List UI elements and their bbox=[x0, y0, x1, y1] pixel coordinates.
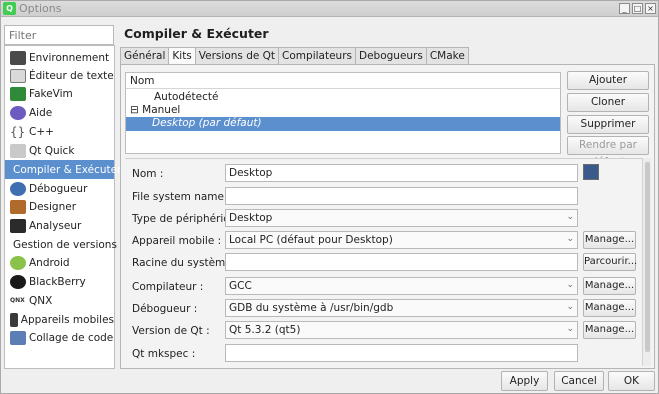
sidebar-item-compiler-executer[interactable]: Compiler & Exécuter bbox=[5, 160, 121, 179]
braces-icon: {} bbox=[10, 124, 26, 139]
tree-header: Nom bbox=[126, 73, 560, 89]
chevron-down-icon: ⌄ bbox=[566, 234, 574, 244]
manage-compiler-button[interactable]: Manage... bbox=[583, 277, 636, 295]
tree-row-desktop[interactable]: Desktop (par défaut) bbox=[126, 117, 560, 131]
tab-debogueurs[interactable]: Debogueurs bbox=[354, 47, 427, 65]
chevron-down-icon: ⌄ bbox=[566, 302, 574, 312]
chevron-down-icon: ⌄ bbox=[566, 280, 574, 290]
qtquick-icon bbox=[10, 143, 26, 158]
sidebar-item-fakevim[interactable]: FakeVim bbox=[5, 84, 114, 103]
options-sidebar: Environnement Éditeur de texte FakeVim A… bbox=[4, 45, 121, 369]
kits-tree[interactable]: Nom Autodétecté ⊟ Manuel Desktop (par dé… bbox=[125, 72, 561, 154]
kit-icon-button[interactable] bbox=[583, 164, 599, 180]
sidebar-item-aide[interactable]: Aide bbox=[5, 103, 114, 122]
sidebar-item-analyseur[interactable]: Analyseur bbox=[5, 216, 114, 235]
minimize-button[interactable]: _ bbox=[619, 3, 630, 14]
browse-sysroot-button[interactable]: Parcourir... bbox=[583, 253, 637, 271]
mkspec-label: Qt mkspec : bbox=[132, 348, 196, 360]
fs-name-label: File system name: bbox=[132, 191, 228, 203]
tab-compilateurs[interactable]: Compilateurs bbox=[278, 47, 356, 65]
tab-general[interactable]: Général bbox=[120, 47, 170, 65]
sidebar-item-appareils-mobiles[interactable]: Appareils mobiles bbox=[5, 310, 114, 329]
analyzer-icon bbox=[10, 218, 26, 233]
remove-kit-button[interactable]: Supprimer bbox=[567, 115, 649, 134]
sidebar-item-gestion-versions[interactable]: Gestion de versions bbox=[5, 235, 117, 254]
debugger-label: Débogueur : bbox=[132, 303, 198, 315]
fs-name-field[interactable] bbox=[225, 187, 578, 205]
sidebar-item-cpp[interactable]: {} C++ bbox=[5, 122, 114, 141]
filter-input[interactable] bbox=[4, 25, 114, 45]
sidebar-item-debogueur[interactable]: Débogueur bbox=[5, 179, 114, 198]
help-icon bbox=[10, 105, 26, 120]
mobile-device-icon bbox=[10, 312, 18, 327]
window-title: Options bbox=[19, 2, 62, 15]
sidebar-item-qnx[interactable]: QNX QNX bbox=[5, 291, 114, 310]
compiler-select[interactable]: GCC ⌄ bbox=[225, 277, 578, 295]
code-paste-icon bbox=[10, 330, 26, 345]
tab-versions-qt[interactable]: Versions de Qt bbox=[194, 47, 280, 65]
compiler-label: Compilateur : bbox=[132, 281, 204, 293]
make-default-button[interactable]: Rendre par défaut bbox=[567, 136, 649, 168]
clone-kit-button[interactable]: Cloner bbox=[567, 93, 649, 112]
tab-cmake[interactable]: CMake bbox=[425, 47, 469, 65]
ok-button[interactable]: OK bbox=[608, 371, 655, 391]
device-type-select[interactable]: Desktop ⌄ bbox=[225, 209, 578, 227]
add-kit-button[interactable]: Ajouter bbox=[567, 71, 649, 90]
maximize-button[interactable]: □ bbox=[632, 3, 643, 14]
cancel-button[interactable]: Cancel bbox=[554, 371, 604, 391]
manage-device-button[interactable]: Manage... bbox=[583, 231, 636, 249]
apply-button[interactable]: Apply bbox=[501, 371, 548, 391]
qt-creator-icon: Q bbox=[3, 2, 16, 15]
sysroot-field[interactable] bbox=[225, 253, 578, 271]
sidebar-item-environnement[interactable]: Environnement bbox=[5, 48, 114, 67]
tree-row-manuel[interactable]: ⊟ Manuel bbox=[130, 104, 180, 118]
sidebar-item-collage-code[interactable]: Collage de code bbox=[5, 328, 114, 347]
text-editor-icon bbox=[10, 68, 26, 83]
android-icon bbox=[10, 255, 26, 270]
device-label: Appareil mobile : bbox=[132, 235, 222, 247]
manage-debugger-button[interactable]: Manage... bbox=[583, 299, 636, 317]
qt-version-select[interactable]: Qt 5.3.2 (qt5) ⌄ bbox=[225, 321, 578, 339]
tab-bar: Général Kits Versions de Qt Compilateurs… bbox=[120, 47, 469, 66]
sysroot-label: Racine du système : bbox=[132, 257, 239, 269]
close-button[interactable]: × bbox=[645, 3, 656, 14]
page-title: Compiler & Exécuter bbox=[124, 26, 269, 41]
chevron-down-icon: ⌄ bbox=[566, 212, 574, 222]
sidebar-item-blackberry[interactable]: BlackBerry bbox=[5, 272, 114, 291]
qt-version-label: Version de Qt : bbox=[132, 325, 210, 337]
fakevim-icon bbox=[10, 86, 26, 101]
manage-qt-version-button[interactable]: Manage... bbox=[583, 321, 636, 339]
sidebar-item-designer[interactable]: Designer bbox=[5, 197, 114, 216]
tree-row-autodetecte[interactable]: Autodétecté bbox=[154, 91, 218, 105]
chevron-down-icon: ⌄ bbox=[566, 324, 574, 334]
options-window: Q Options _ □ × Environnement Éditeur de… bbox=[0, 0, 659, 394]
form-scrollbar[interactable] bbox=[642, 158, 651, 366]
mkspec-field[interactable] bbox=[225, 344, 578, 362]
sidebar-item-android[interactable]: Android bbox=[5, 253, 114, 272]
sidebar-item-qtquick[interactable]: Qt Quick bbox=[5, 141, 114, 160]
debugger-icon bbox=[10, 181, 26, 196]
designer-icon bbox=[10, 199, 26, 214]
title-bar[interactable]: Q Options _ □ × bbox=[1, 1, 658, 17]
debugger-select[interactable]: GDB du système à /usr/bin/gdb ⌄ bbox=[225, 299, 578, 317]
name-field[interactable]: Desktop bbox=[225, 164, 578, 182]
monitor-icon bbox=[10, 50, 26, 65]
device-select[interactable]: Local PC (défaut pour Desktop) ⌄ bbox=[225, 231, 578, 249]
qnx-icon: QNX bbox=[10, 296, 25, 304]
name-label: Nom : bbox=[132, 168, 164, 180]
sidebar-item-editeur[interactable]: Éditeur de texte bbox=[5, 66, 114, 85]
scrollbar-thumb[interactable] bbox=[645, 162, 650, 352]
blackberry-icon bbox=[10, 274, 26, 289]
